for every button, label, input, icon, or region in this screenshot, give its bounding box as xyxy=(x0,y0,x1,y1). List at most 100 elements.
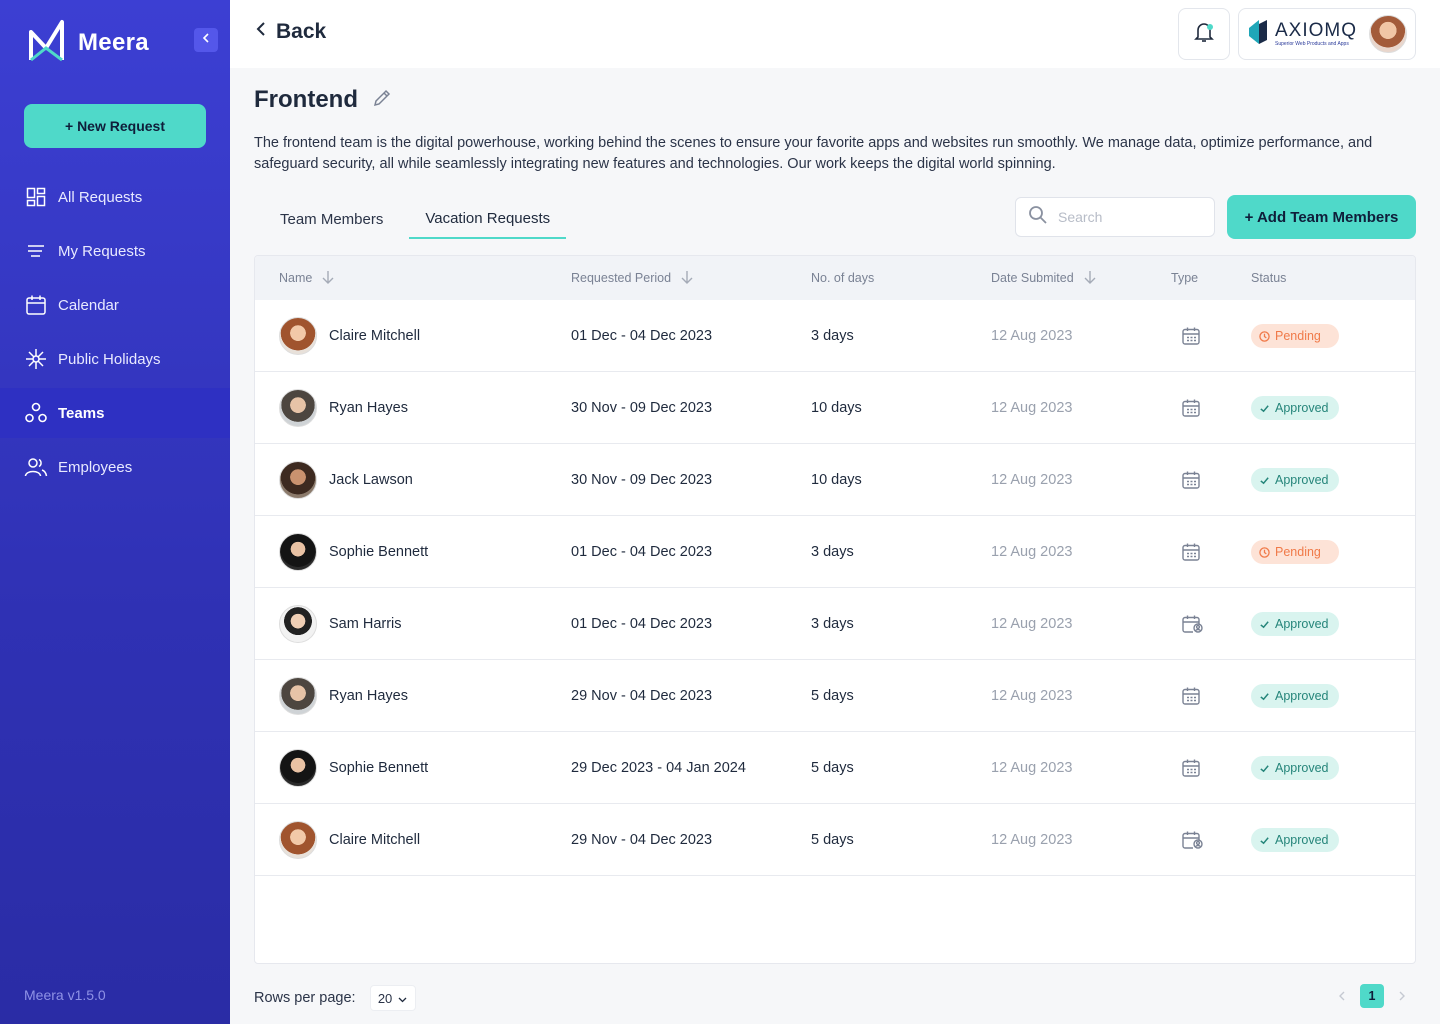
period-cell: 01 Dec - 04 Dec 2023 xyxy=(571,544,713,560)
period-cell: 29 Nov - 04 Dec 2023 xyxy=(571,688,713,704)
status-label: Pending xyxy=(1275,329,1321,343)
column-label: No. of days xyxy=(811,271,875,285)
employee-name: Jack Lawson xyxy=(329,472,413,488)
sidebar: Meera + New Request All Requests My Requ… xyxy=(0,0,230,1024)
search-box xyxy=(1015,197,1215,237)
sidebar-item-label: Public Holidays xyxy=(58,350,161,368)
submitted-cell: 12 Aug 2023 xyxy=(991,544,1073,560)
status-label: Pending xyxy=(1275,545,1321,559)
chevron-down-icon xyxy=(398,991,407,1006)
page-number[interactable]: 1 xyxy=(1360,984,1384,1008)
sidebar-item-label: All Requests xyxy=(58,188,143,206)
status-cell: Pending xyxy=(1251,516,1339,588)
status-badge: Approved xyxy=(1251,756,1339,780)
page-title-row: Frontend xyxy=(254,86,392,114)
chevron-left-icon xyxy=(200,31,212,49)
users-icon xyxy=(24,455,48,479)
sidebar-nav: All Requests My Requests Calendar Public… xyxy=(0,172,230,496)
status-cell: Approved xyxy=(1251,372,1339,444)
employee-name: Sophie Bennett xyxy=(329,544,429,560)
sort-arrow-icon xyxy=(681,270,693,287)
column-requested-period[interactable]: Requested Period xyxy=(571,256,693,300)
check-icon xyxy=(1259,475,1270,486)
sidebar-item-teams[interactable]: Teams xyxy=(0,388,230,438)
rows-per-page: Rows per page: 20 xyxy=(254,985,416,1011)
employee-name: Claire Mitchell xyxy=(329,832,421,848)
period-cell: 29 Nov - 04 Dec 2023 xyxy=(571,832,713,848)
name-cell: Jack Lawson xyxy=(279,444,413,516)
period-cell: 30 Nov - 09 Dec 2023 xyxy=(571,472,713,488)
table-row[interactable]: Claire Mitchell 29 Nov - 04 Dec 2023 5 day… xyxy=(255,804,1415,876)
column-status: Status xyxy=(1251,256,1286,300)
calendar-icon xyxy=(1181,660,1201,732)
status-cell: Approved xyxy=(1251,588,1339,660)
period-cell: 01 Dec - 04 Dec 2023 xyxy=(571,616,713,632)
column-date-submitted[interactable]: Date Submited xyxy=(991,256,1096,300)
notifications-button[interactable] xyxy=(1178,8,1230,60)
edit-pencil-icon[interactable] xyxy=(372,88,392,113)
user-avatar[interactable] xyxy=(1369,15,1407,53)
status-badge: Approved xyxy=(1251,684,1339,708)
avatar xyxy=(279,389,317,427)
check-icon xyxy=(1259,619,1270,630)
table-row[interactable]: Sophie Bennett 29 Dec 2023 - 04 Jan 2024 5… xyxy=(255,732,1415,804)
avatar xyxy=(279,461,317,499)
back-label: Back xyxy=(276,20,327,43)
sidebar-item-public-holidays[interactable]: Public Holidays xyxy=(0,334,230,384)
days-cell: 5 days xyxy=(811,688,854,704)
days-cell: 3 days xyxy=(811,616,854,632)
table-header: Name Requested Period No. of days Date S… xyxy=(255,256,1415,300)
table-row[interactable]: Claire Mitchell 01 Dec - 04 Dec 2023 3 day… xyxy=(255,300,1415,372)
tab-team-members[interactable]: Team Members xyxy=(254,200,409,239)
status-badge: Pending xyxy=(1251,324,1339,348)
prev-page-icon[interactable] xyxy=(1338,988,1346,1004)
name-cell: Sophie Bennett xyxy=(279,516,428,588)
list-icon xyxy=(24,239,48,263)
status-cell: Approved xyxy=(1251,660,1339,732)
sort-arrow-icon xyxy=(1084,270,1096,287)
sidebar-item-all-requests[interactable]: All Requests xyxy=(0,172,230,222)
search-input[interactable] xyxy=(1058,209,1198,225)
table-row[interactable]: Ryan Hayes 29 Nov - 04 Dec 2023 5 days 12 A… xyxy=(255,660,1415,732)
employee-name: Sam Harris xyxy=(329,616,402,632)
sort-arrow-icon xyxy=(322,270,334,287)
back-button[interactable]: Back xyxy=(254,20,326,44)
table-row[interactable]: Sam Harris 01 Dec - 04 Dec 2023 3 days 12 A… xyxy=(255,588,1415,660)
company-profile[interactable]: AXIOMQ Superior Web Products and Apps xyxy=(1238,8,1416,60)
sidebar-item-calendar[interactable]: Calendar xyxy=(0,280,230,330)
sidebar-item-label: Calendar xyxy=(58,296,119,314)
table-row[interactable]: Sophie Bennett 01 Dec - 04 Dec 2023 3 days… xyxy=(255,516,1415,588)
clock-icon xyxy=(1259,330,1270,342)
avatar xyxy=(279,533,317,571)
sidebar-item-my-requests[interactable]: My Requests xyxy=(0,226,230,276)
calendar-icon xyxy=(1181,444,1201,516)
period-cell: 30 Nov - 09 Dec 2023 xyxy=(571,400,713,416)
rows-per-page-value: 20 xyxy=(377,990,393,1006)
rows-per-page-select[interactable]: 20 xyxy=(369,985,416,1011)
sidebar-item-employees[interactable]: Employees xyxy=(0,442,230,492)
tab-vacation-requests[interactable]: Vacation Requests xyxy=(409,200,567,239)
days-cell: 3 days xyxy=(811,328,854,344)
avatar xyxy=(279,317,317,355)
brand[interactable]: Meera xyxy=(28,18,149,67)
sparkle-icon xyxy=(24,347,48,371)
dashboard-icon xyxy=(24,185,48,209)
name-cell: Sophie Bennett xyxy=(279,732,428,804)
add-team-members-button[interactable]: + Add Team Members xyxy=(1227,195,1416,239)
status-label: Approved xyxy=(1275,473,1329,487)
status-badge: Approved xyxy=(1251,612,1339,636)
table-row[interactable]: Jack Lawson 30 Nov - 09 Dec 2023 10 days 12… xyxy=(255,444,1415,516)
check-icon xyxy=(1259,763,1270,774)
search-icon xyxy=(1028,205,1048,230)
column-label: Name xyxy=(279,271,313,285)
sidebar-item-label: My Requests xyxy=(58,242,146,260)
column-name[interactable]: Name xyxy=(279,256,334,300)
new-request-button[interactable]: + New Request xyxy=(24,104,206,148)
calendar-user-icon xyxy=(1181,804,1203,876)
table-row[interactable]: Ryan Hayes 30 Nov - 09 Dec 2023 10 days 12 … xyxy=(255,372,1415,444)
collapse-sidebar-button[interactable] xyxy=(194,28,218,52)
next-page-icon[interactable] xyxy=(1398,988,1406,1004)
notification-dot xyxy=(1207,24,1213,30)
company-name: AXIOMQ xyxy=(1275,20,1358,41)
avatar xyxy=(279,749,317,787)
